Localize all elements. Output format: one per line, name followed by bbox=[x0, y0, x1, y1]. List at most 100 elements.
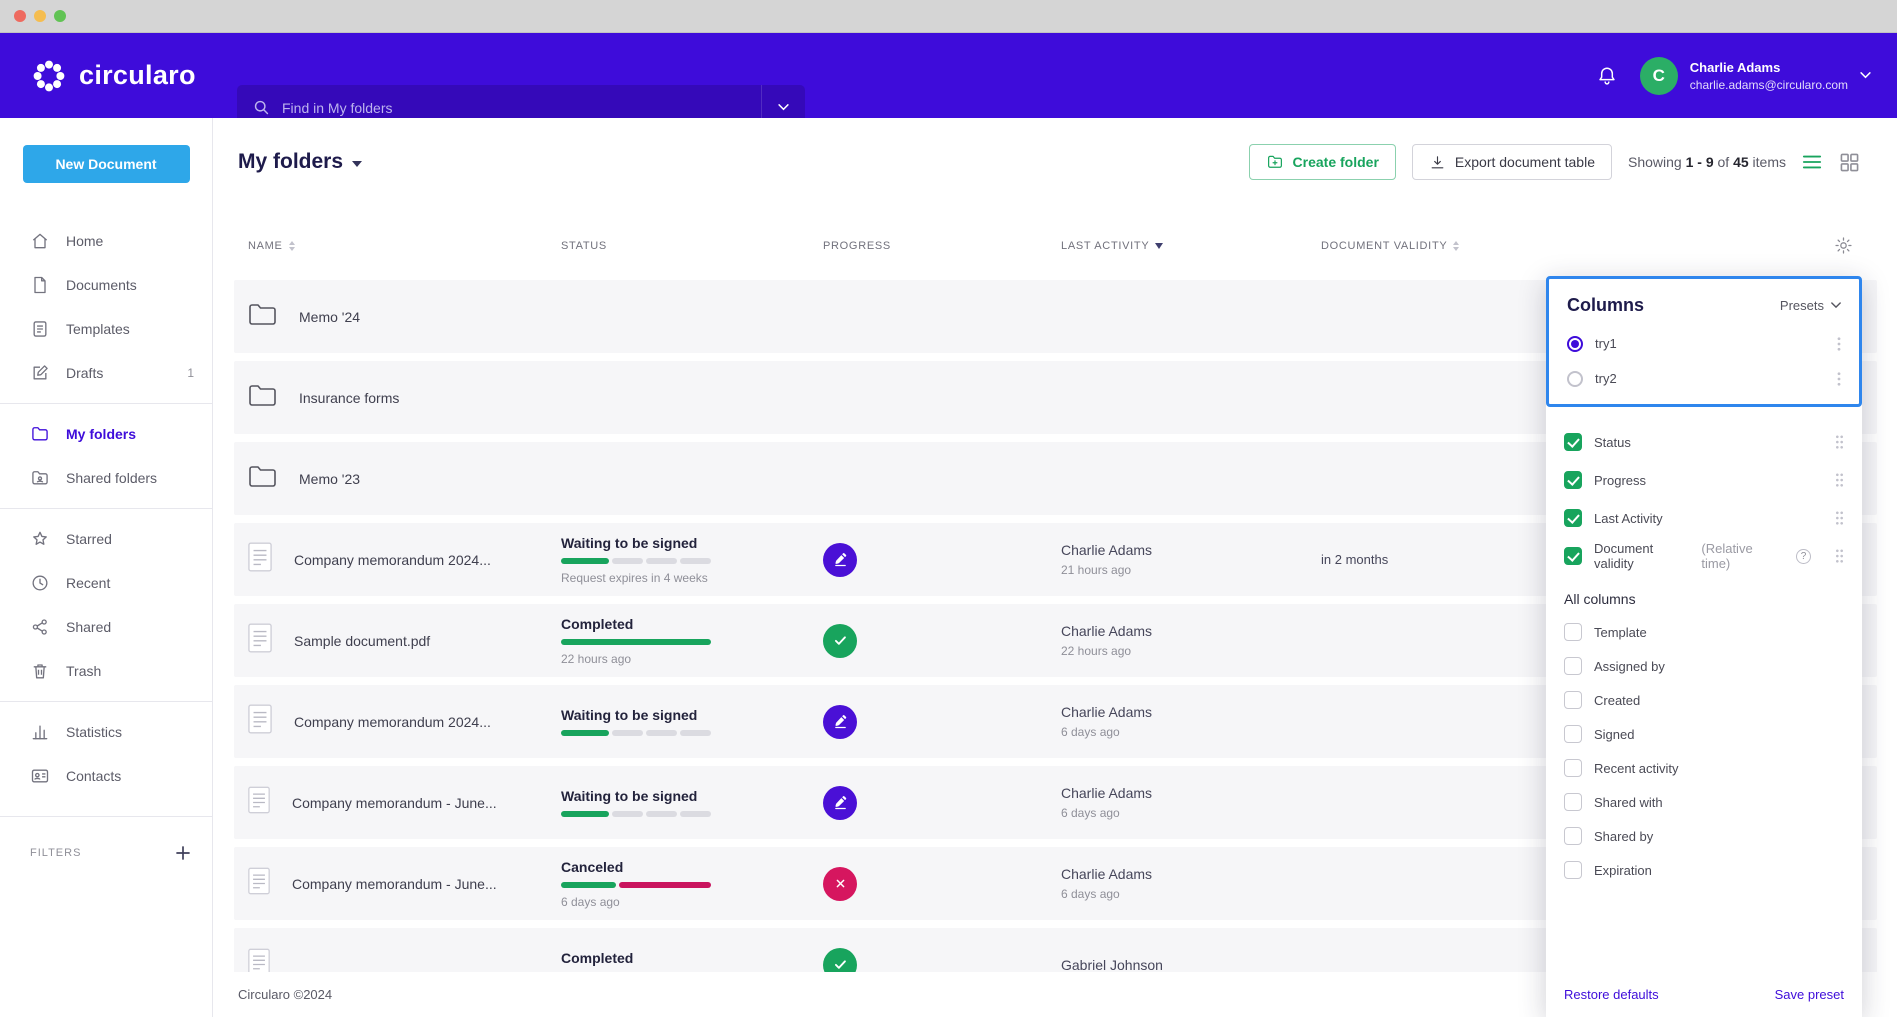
sidebar-item-trash[interactable]: Trash bbox=[0, 649, 212, 693]
sidebar-item-home[interactable]: Home bbox=[0, 219, 212, 263]
document-name[interactable]: Sample document.pdf bbox=[294, 633, 430, 649]
document-name[interactable]: Company memorandum 2024... bbox=[294, 714, 491, 730]
checkbox-unchecked-icon[interactable] bbox=[1564, 793, 1582, 811]
sidebar-item-templates[interactable]: Templates bbox=[0, 307, 212, 351]
user-menu[interactable]: C Charlie Adams charlie.adams@circularo.… bbox=[1640, 57, 1871, 95]
preset-option-try2[interactable]: try2 bbox=[1549, 361, 1859, 396]
column-header-name[interactable]: NAME bbox=[248, 240, 561, 252]
preset-option-try1[interactable]: try1 bbox=[1549, 326, 1859, 361]
sidebar-item-label: Drafts bbox=[66, 365, 103, 381]
document-name[interactable]: Company memorandum - June... bbox=[292, 795, 497, 811]
toolbar: My folders Create folder Export document… bbox=[214, 124, 1897, 200]
sidebar-item-statistics[interactable]: Statistics bbox=[0, 710, 212, 754]
radio-selected-icon[interactable] bbox=[1567, 336, 1583, 352]
checkbox-checked-icon[interactable] bbox=[1564, 471, 1582, 489]
column-toggle-assigned-by[interactable]: Assigned by bbox=[1546, 649, 1862, 683]
checkbox-unchecked-icon[interactable] bbox=[1564, 861, 1582, 879]
app-logo[interactable]: circularo bbox=[30, 33, 196, 118]
column-label: Status bbox=[1594, 435, 1631, 450]
folder-icon bbox=[248, 302, 277, 331]
page-title-dropdown[interactable]: My folders bbox=[238, 150, 362, 174]
sidebar-item-documents[interactable]: Documents bbox=[0, 263, 212, 307]
search-input[interactable] bbox=[270, 100, 761, 116]
restore-defaults-button[interactable]: Restore defaults bbox=[1564, 987, 1659, 1002]
help-icon[interactable] bbox=[1796, 549, 1811, 564]
column-header-last-activity[interactable]: LAST ACTIVITY bbox=[1061, 240, 1321, 252]
save-preset-button[interactable]: Save preset bbox=[1775, 987, 1844, 1002]
column-header-status[interactable]: STATUS bbox=[561, 240, 823, 252]
new-document-button[interactable]: New Document bbox=[23, 145, 190, 183]
column-header-progress[interactable]: PROGRESS bbox=[823, 240, 1061, 252]
radio-unselected-icon[interactable] bbox=[1567, 371, 1583, 387]
preset-menu-icon[interactable] bbox=[1837, 337, 1841, 351]
column-toggle-document-validity[interactable]: Document validity (Relative time) bbox=[1546, 537, 1862, 575]
document-icon bbox=[30, 275, 50, 295]
close-window-button[interactable] bbox=[14, 10, 26, 22]
folder-name[interactable]: Memo '24 bbox=[299, 309, 360, 325]
drag-handle-icon[interactable] bbox=[1835, 435, 1844, 449]
column-toggle-template[interactable]: Template bbox=[1546, 615, 1862, 649]
sidebar-item-my-folders[interactable]: My folders bbox=[0, 412, 212, 456]
export-document-table-button[interactable]: Export document table bbox=[1412, 144, 1612, 180]
sort-icon bbox=[1453, 241, 1459, 251]
checkbox-unchecked-icon[interactable] bbox=[1564, 691, 1582, 709]
status-text: Completed bbox=[561, 616, 823, 632]
status-text: Canceled bbox=[561, 859, 823, 875]
sidebar-item-drafts[interactable]: Drafts 1 bbox=[0, 351, 212, 395]
drag-handle-icon[interactable] bbox=[1835, 473, 1844, 487]
preset-menu-icon[interactable] bbox=[1837, 372, 1841, 386]
drag-handle-icon[interactable] bbox=[1835, 511, 1844, 525]
document-name[interactable]: Company memorandum - June... bbox=[292, 876, 497, 892]
sidebar-item-shared-folders[interactable]: Shared folders bbox=[0, 456, 212, 500]
notifications-button[interactable] bbox=[1596, 65, 1618, 87]
column-toggle-created[interactable]: Created bbox=[1546, 683, 1862, 717]
status-text: Waiting to be signed bbox=[561, 788, 823, 804]
sidebar-item-starred[interactable]: Starred bbox=[0, 517, 212, 561]
showing-items-count: Showing 1 - 9 of 45 items bbox=[1628, 154, 1786, 170]
grid-view-button[interactable] bbox=[1840, 153, 1859, 172]
chevron-down-icon bbox=[1831, 302, 1841, 309]
checkbox-unchecked-icon[interactable] bbox=[1564, 657, 1582, 675]
panel-title: Columns bbox=[1567, 295, 1644, 316]
column-toggle-progress[interactable]: Progress bbox=[1546, 461, 1862, 499]
column-label: Expiration bbox=[1594, 863, 1652, 878]
column-toggle-signed[interactable]: Signed bbox=[1546, 717, 1862, 751]
column-toggle-shared-with[interactable]: Shared with bbox=[1546, 785, 1862, 819]
activity-time: 6 days ago bbox=[1061, 806, 1321, 820]
column-settings-button[interactable] bbox=[1834, 236, 1853, 255]
column-toggle-shared-by[interactable]: Shared by bbox=[1546, 819, 1862, 853]
folder-name[interactable]: Memo '23 bbox=[299, 471, 360, 487]
zoom-window-button[interactable] bbox=[54, 10, 66, 22]
sidebar-item-contacts[interactable]: Contacts bbox=[0, 754, 212, 798]
document-name[interactable]: Company memorandum 2024... bbox=[294, 552, 491, 568]
sidebar-item-recent[interactable]: Recent bbox=[0, 561, 212, 605]
checkbox-unchecked-icon[interactable] bbox=[1564, 759, 1582, 777]
checkbox-checked-icon[interactable] bbox=[1564, 509, 1582, 527]
checkbox-checked-icon[interactable] bbox=[1564, 433, 1582, 451]
column-toggle-recent-activity[interactable]: Recent activity bbox=[1546, 751, 1862, 785]
brand-name: circularo bbox=[79, 60, 196, 91]
presets-dropdown[interactable]: Presets bbox=[1780, 298, 1841, 313]
column-label-suffix: (Relative time) bbox=[1701, 541, 1784, 571]
add-filter-button[interactable] bbox=[176, 846, 190, 860]
checkbox-unchecked-icon[interactable] bbox=[1564, 623, 1582, 641]
filters-label: FILTERS bbox=[30, 847, 81, 859]
checkbox-unchecked-icon[interactable] bbox=[1564, 725, 1582, 743]
bar-chart-icon bbox=[30, 722, 50, 742]
column-toggle-expiration[interactable]: Expiration bbox=[1546, 853, 1862, 887]
sidebar-divider bbox=[0, 816, 212, 817]
activity-time: 6 days ago bbox=[1061, 725, 1321, 739]
column-label: Signed bbox=[1594, 727, 1634, 742]
create-folder-button[interactable]: Create folder bbox=[1249, 144, 1396, 180]
checkbox-unchecked-icon[interactable] bbox=[1564, 827, 1582, 845]
column-toggle-last-activity[interactable]: Last Activity bbox=[1546, 499, 1862, 537]
column-header-document-validity[interactable]: DOCUMENT VALIDITY bbox=[1321, 240, 1877, 252]
sidebar-item-shared[interactable]: Shared bbox=[0, 605, 212, 649]
download-icon bbox=[1429, 154, 1446, 171]
column-toggle-status[interactable]: Status bbox=[1546, 423, 1862, 461]
minimize-window-button[interactable] bbox=[34, 10, 46, 22]
checkbox-checked-icon[interactable] bbox=[1564, 547, 1582, 565]
drag-handle-icon[interactable] bbox=[1835, 549, 1844, 563]
list-view-button[interactable] bbox=[1802, 153, 1822, 171]
folder-name[interactable]: Insurance forms bbox=[299, 390, 399, 406]
